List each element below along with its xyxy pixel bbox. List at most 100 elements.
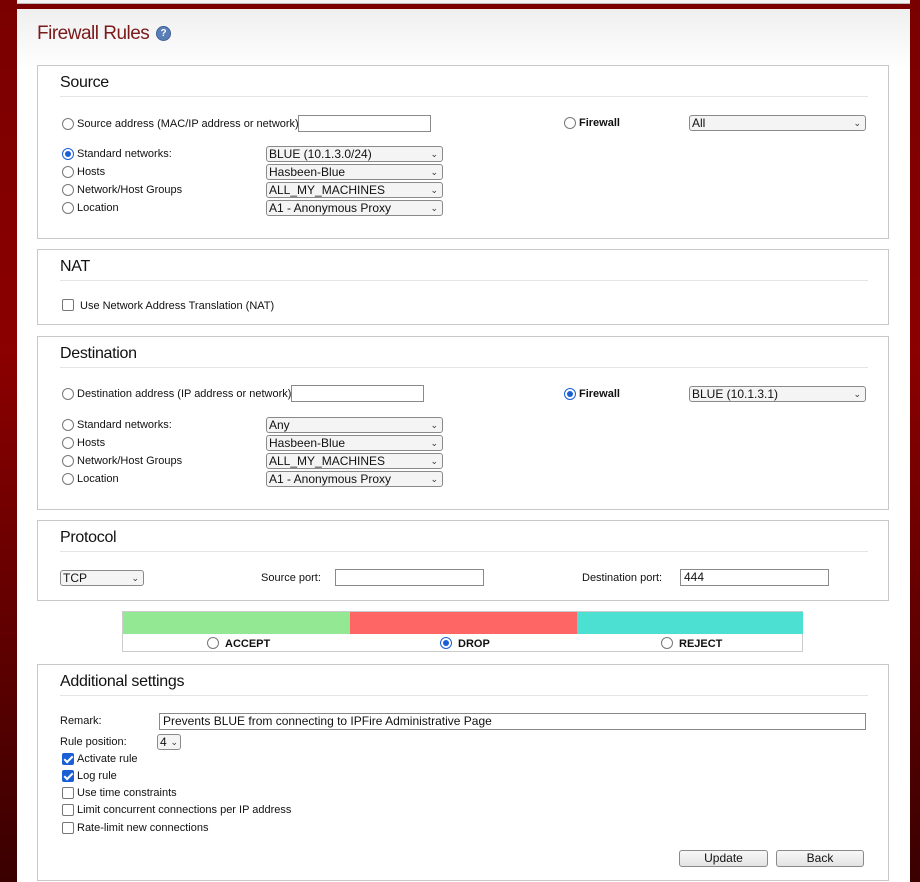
destination-location-select[interactable]: A1 - Anonymous Proxy ⌄ <box>266 471 443 487</box>
rate-limit-label: Rate-limit new connections <box>77 822 209 834</box>
time-constraints-checkbox[interactable] <box>62 787 74 799</box>
destination-firewall-radio[interactable] <box>564 388 576 400</box>
source-hosts-label: Hosts <box>77 166 106 178</box>
drop-radio[interactable] <box>440 637 452 649</box>
update-button[interactable]: Update <box>679 850 768 867</box>
destination-hosts-select[interactable]: Hasbeen-Blue ⌄ <box>266 435 443 451</box>
destination-firewall-select[interactable]: BLUE (10.1.3.1) ⌄ <box>689 386 866 402</box>
firewall-rules-page: Firewall Rules ? Source Source address (… <box>17 9 910 882</box>
reject-label: REJECT <box>679 638 723 650</box>
destination-standard-select[interactable]: Any ⌄ <box>266 417 443 433</box>
chevron-down-icon: ⌄ <box>430 149 438 159</box>
log-rule-label: Log rule <box>77 770 117 782</box>
chevron-down-icon: ⌄ <box>430 185 438 195</box>
destination-hosts-label: Hosts <box>77 437 106 449</box>
accept-color-band <box>123 612 350 634</box>
rule-position-select[interactable]: 4 ⌄ <box>157 734 181 750</box>
source-location-radio[interactable] <box>62 202 74 214</box>
protocol-divider <box>60 551 868 552</box>
time-constraints-label: Use time constraints <box>77 787 177 799</box>
rule-position-value: 4 <box>160 735 167 749</box>
source-location-select[interactable]: A1 - Anonymous Proxy ⌄ <box>266 200 443 216</box>
additional-settings-section: Additional settings Remark: Prevents BLU… <box>37 664 889 881</box>
limit-connections-label: Limit concurrent connections per IP addr… <box>77 804 292 816</box>
chevron-down-icon: ⌄ <box>430 203 438 213</box>
accept-radio[interactable] <box>207 637 219 649</box>
source-heading: Source <box>60 74 109 91</box>
destination-port-input[interactable]: 444 <box>680 569 829 586</box>
remark-label: Remark: <box>60 715 102 727</box>
destination-hosts-select-value: Hasbeen-Blue <box>269 436 346 450</box>
source-hosts-select[interactable]: Hasbeen-Blue ⌄ <box>266 164 443 180</box>
destination-groups-label: Network/Host Groups <box>77 455 183 467</box>
source-firewall-radio[interactable] <box>564 117 576 129</box>
nat-section: NAT Use Network Address Translation (NAT… <box>37 249 889 325</box>
remark-input[interactable]: Prevents BLUE from connecting to IPFire … <box>159 713 866 730</box>
source-address-radio[interactable] <box>62 118 74 130</box>
back-button[interactable]: Back <box>776 850 864 867</box>
top-frame-edge <box>17 0 910 4</box>
drop-label: DROP <box>458 638 490 650</box>
chevron-down-icon: ⌄ <box>430 420 438 430</box>
source-section: Source Source address (MAC/IP address or… <box>37 65 889 239</box>
nat-checkbox-label: Use Network Address Translation (NAT) <box>80 300 275 312</box>
destination-groups-select[interactable]: ALL_MY_MACHINES ⌄ <box>266 453 443 469</box>
destination-standard-label: Standard networks: <box>77 419 172 431</box>
source-standard-select[interactable]: BLUE (10.1.3.0/24) ⌄ <box>266 146 443 162</box>
rate-limit-checkbox[interactable] <box>62 822 74 834</box>
protocol-select[interactable]: TCP ⌄ <box>60 570 144 586</box>
source-location-select-value: A1 - Anonymous Proxy <box>269 201 392 215</box>
source-hosts-radio[interactable] <box>62 166 74 178</box>
chevron-down-icon: ⌄ <box>131 573 139 583</box>
chevron-down-icon: ⌄ <box>430 474 438 484</box>
source-firewall-select[interactable]: All ⌄ <box>689 115 866 131</box>
accept-label: ACCEPT <box>225 638 271 650</box>
nat-checkbox[interactable] <box>62 299 74 311</box>
page-title: Firewall Rules <box>37 23 150 44</box>
protocol-select-value: TCP <box>63 571 87 585</box>
destination-standard-select-value: Any <box>269 418 290 432</box>
additional-settings-heading: Additional settings <box>60 673 185 690</box>
destination-standard-radio[interactable] <box>62 419 74 431</box>
chevron-down-icon: ⌄ <box>430 456 438 466</box>
source-groups-select-value: ALL_MY_MACHINES <box>269 183 386 197</box>
chevron-down-icon: ⌄ <box>170 737 178 747</box>
protocol-section: Protocol TCP ⌄ Source port: Destination … <box>37 520 889 601</box>
source-firewall-label: Firewall <box>579 117 620 129</box>
source-groups-radio[interactable] <box>62 184 74 196</box>
destination-address-label: Destination address (IP address or netwo… <box>77 388 295 400</box>
chevron-down-icon: ⌄ <box>853 118 861 128</box>
source-standard-radio[interactable] <box>62 148 74 160</box>
source-port-input[interactable] <box>335 569 484 586</box>
source-address-input[interactable] <box>298 115 431 132</box>
source-groups-select[interactable]: ALL_MY_MACHINES ⌄ <box>266 182 443 198</box>
source-port-label: Source port: <box>261 572 321 584</box>
source-firewall-select-value: All <box>692 116 706 130</box>
destination-heading: Destination <box>60 345 137 362</box>
drop-color-band <box>350 612 577 634</box>
limit-connections-checkbox[interactable] <box>62 804 74 816</box>
destination-divider <box>60 367 868 368</box>
activate-rule-label: Activate rule <box>77 753 138 765</box>
destination-hosts-radio[interactable] <box>62 437 74 449</box>
destination-groups-radio[interactable] <box>62 455 74 467</box>
destination-address-input[interactable] <box>291 385 424 402</box>
log-rule-checkbox[interactable] <box>62 770 74 782</box>
destination-section: Destination Destination address (IP addr… <box>37 336 889 510</box>
destination-firewall-select-value: BLUE (10.1.3.1) <box>692 387 779 401</box>
source-groups-label: Network/Host Groups <box>77 184 183 196</box>
source-location-label: Location <box>77 202 119 214</box>
help-icon[interactable]: ? <box>156 26 171 41</box>
rule-action-selector: ACCEPT DROP REJECT <box>122 611 803 652</box>
rule-position-label: Rule position: <box>60 736 127 748</box>
additional-settings-divider <box>60 695 868 696</box>
destination-location-radio[interactable] <box>62 473 74 485</box>
chevron-down-icon: ⌄ <box>430 167 438 177</box>
chevron-down-icon: ⌄ <box>430 438 438 448</box>
activate-rule-checkbox[interactable] <box>62 753 74 765</box>
source-address-label: Source address (MAC/IP address or networ… <box>77 118 302 130</box>
destination-port-label: Destination port: <box>582 572 663 584</box>
reject-color-band <box>577 612 803 634</box>
destination-address-radio[interactable] <box>62 388 74 400</box>
reject-radio[interactable] <box>661 637 673 649</box>
